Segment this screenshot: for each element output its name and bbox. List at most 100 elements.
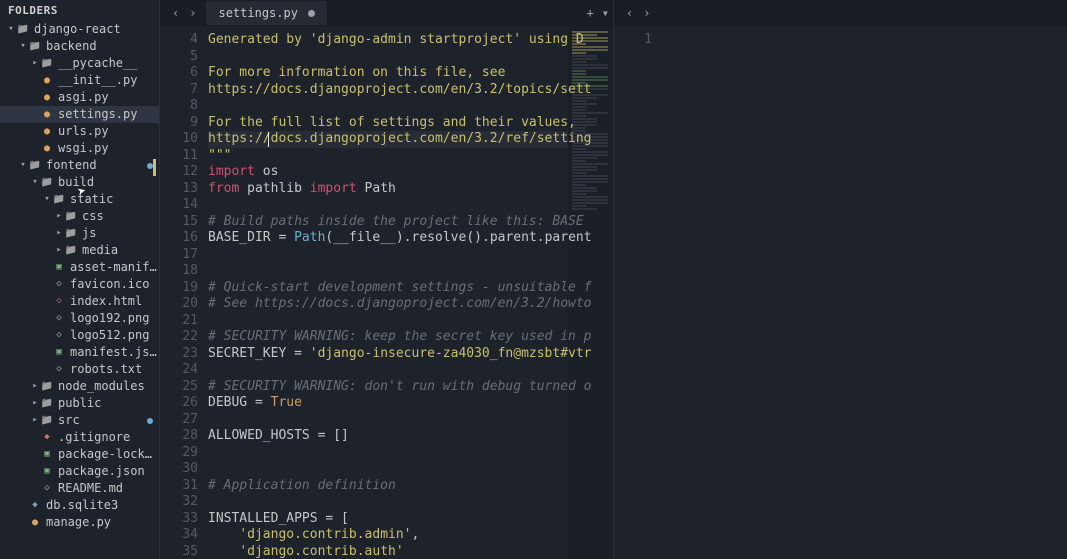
tab-settings-py[interactable]: settings.py [206, 1, 326, 25]
file-item[interactable]: ▸README.md [0, 480, 159, 497]
code-line[interactable]: from pathlib import Path [208, 181, 613, 198]
line-number: 7 [160, 82, 198, 99]
chevron-right-icon[interactable]: ▸ [54, 242, 64, 259]
code-line[interactable]: Generated by 'django-admin startproject'… [208, 32, 613, 49]
file-item[interactable]: ▸asgi.py [0, 89, 159, 106]
folder-item[interactable]: ▸media [0, 242, 159, 259]
code-line[interactable]: 'django.contrib.auth' [208, 544, 613, 559]
chevron-down-icon[interactable]: ▾ [42, 191, 52, 208]
chevron-right-icon[interactable]: ▸ [30, 55, 40, 72]
tree-item-label: backend [46, 38, 159, 55]
line-number: 16 [160, 230, 198, 247]
py-icon [40, 106, 54, 123]
code-line[interactable] [208, 445, 613, 462]
code-line[interactable]: """ [208, 148, 613, 165]
folder-item[interactable]: ▸node_modules [0, 378, 159, 395]
code-line[interactable]: # Build paths inside the project like th… [208, 214, 613, 231]
file-item[interactable]: ▸manifest.json [0, 344, 159, 361]
code-line[interactable] [208, 494, 613, 511]
code-line[interactable]: For more information on this file, see [208, 65, 613, 82]
folder-item[interactable]: ▸css [0, 208, 159, 225]
line-number: 30 [160, 461, 198, 478]
code-line[interactable]: # Quick-start development settings - uns… [208, 280, 613, 297]
code-line[interactable] [208, 313, 613, 330]
code-line[interactable] [208, 412, 613, 429]
code-line[interactable] [208, 461, 613, 478]
code-line[interactable]: BASE_DIR = Path(__file__).resolve().pare… [208, 230, 613, 247]
py-icon [40, 89, 54, 106]
file-item[interactable]: ▸package-lock.json [0, 446, 159, 463]
chevron-down-icon[interactable]: ▾ [6, 21, 16, 38]
code-line[interactable]: import os [208, 164, 613, 181]
file-item[interactable]: ▸package.json [0, 463, 159, 480]
folder-item[interactable]: ▸public [0, 395, 159, 412]
chevron-down-icon[interactable]: ▾ [18, 157, 28, 174]
file-item[interactable]: ▸logo192.png [0, 310, 159, 327]
file-item[interactable]: ▸asset-manifest… [0, 259, 159, 276]
code-content[interactable] [662, 26, 1067, 559]
file-item[interactable]: ▸manage.py [0, 514, 159, 531]
chevron-right-icon[interactable]: ▸ [30, 378, 40, 395]
file-item[interactable]: ▸__init__.py [0, 72, 159, 89]
tree-item-label: manifest.json [70, 344, 159, 361]
code-line[interactable] [208, 263, 613, 280]
line-number: 14 [160, 197, 198, 214]
file-item[interactable]: ▸robots.txt [0, 361, 159, 378]
file-item[interactable]: ▸.gitignore [0, 429, 159, 446]
tab-prev-icon[interactable]: ‹ [168, 6, 183, 20]
folder-item[interactable]: ▸src [0, 412, 159, 429]
tree-item-label: __pycache__ [58, 55, 159, 72]
code-line[interactable] [208, 197, 613, 214]
chevron-right-icon[interactable]: ▸ [54, 225, 64, 242]
tree-item-label: urls.py [58, 123, 159, 140]
code-line[interactable] [208, 49, 613, 66]
tab-add-icon[interactable]: + [583, 6, 598, 20]
line-number: 9 [160, 115, 198, 132]
code-line[interactable] [208, 98, 613, 115]
code-line[interactable]: INSTALLED_APPS = [ [208, 511, 613, 528]
file-item[interactable]: ▸urls.py [0, 123, 159, 140]
tab-bar-left: ‹ › settings.py + ▾ [160, 0, 613, 26]
tab-next-icon[interactable]: › [185, 6, 200, 20]
chevron-right-icon[interactable]: ▸ [30, 395, 40, 412]
code-line[interactable]: DEBUG = True [208, 395, 613, 412]
code-area-right[interactable]: 1 [614, 26, 1067, 559]
folder-item[interactable]: ▸ __pycache__ [0, 55, 159, 72]
folder-item[interactable]: ▾django-react [0, 21, 159, 38]
line-number: 17 [160, 247, 198, 264]
code-line[interactable] [208, 362, 613, 379]
folder-item[interactable]: ▸js [0, 225, 159, 242]
code-line[interactable]: SECRET_KEY = 'django-insecure-za4030_fn@… [208, 346, 613, 363]
code-line[interactable] [208, 247, 613, 264]
code-line[interactable]: # SECURITY WARNING: don't run with debug… [208, 379, 613, 396]
file-tree[interactable]: ▾django-react▾backend▸__pycache__▸__init… [0, 21, 159, 559]
file-item[interactable]: ▸settings.py [0, 106, 159, 123]
code-line[interactable]: # SECURITY WARNING: keep the secret key … [208, 329, 613, 346]
chevron-down-icon[interactable]: ▾ [30, 174, 40, 191]
file-item[interactable]: ▸index.html [0, 293, 159, 310]
code-area-left[interactable]: 4567891011121314151617181920212223242526… [160, 26, 613, 559]
folder-item[interactable]: ▾fontend [0, 157, 159, 174]
file-item[interactable]: ▸favicon.ico [0, 276, 159, 293]
code-content[interactable]: Generated by 'django-admin startproject'… [208, 26, 613, 559]
code-line[interactable]: # Application definition [208, 478, 613, 495]
chevron-right-icon[interactable]: ▸ [30, 412, 40, 429]
code-line[interactable]: # See https://docs.djangoproject.com/en/… [208, 296, 613, 313]
code-line[interactable]: 'django.contrib.admin', [208, 527, 613, 544]
tab-prev-icon[interactable]: ‹ [622, 6, 637, 20]
file-item[interactable]: ▸db.sqlite3 [0, 497, 159, 514]
file-item[interactable]: ▸logo512.png [0, 327, 159, 344]
tab-menu-icon[interactable]: ▾ [598, 6, 613, 20]
folder-item[interactable]: ▾ backend [0, 38, 159, 55]
chevron-down-icon[interactable]: ▾ [18, 38, 28, 55]
file-icon [52, 276, 66, 293]
tab-next-icon[interactable]: › [639, 6, 654, 20]
file-item[interactable]: ▸wsgi.py [0, 140, 159, 157]
code-line[interactable]: For the full list of settings and their … [208, 115, 613, 132]
chevron-right-icon[interactable]: ▸ [54, 208, 64, 225]
line-number: 10 [160, 131, 198, 148]
file-icon [52, 327, 66, 344]
code-line[interactable]: https://docs.djangoproject.com/en/3.2/to… [208, 82, 613, 99]
code-line[interactable]: ALLOWED_HOSTS = [] [208, 428, 613, 445]
fold-accent-bar [153, 159, 156, 176]
